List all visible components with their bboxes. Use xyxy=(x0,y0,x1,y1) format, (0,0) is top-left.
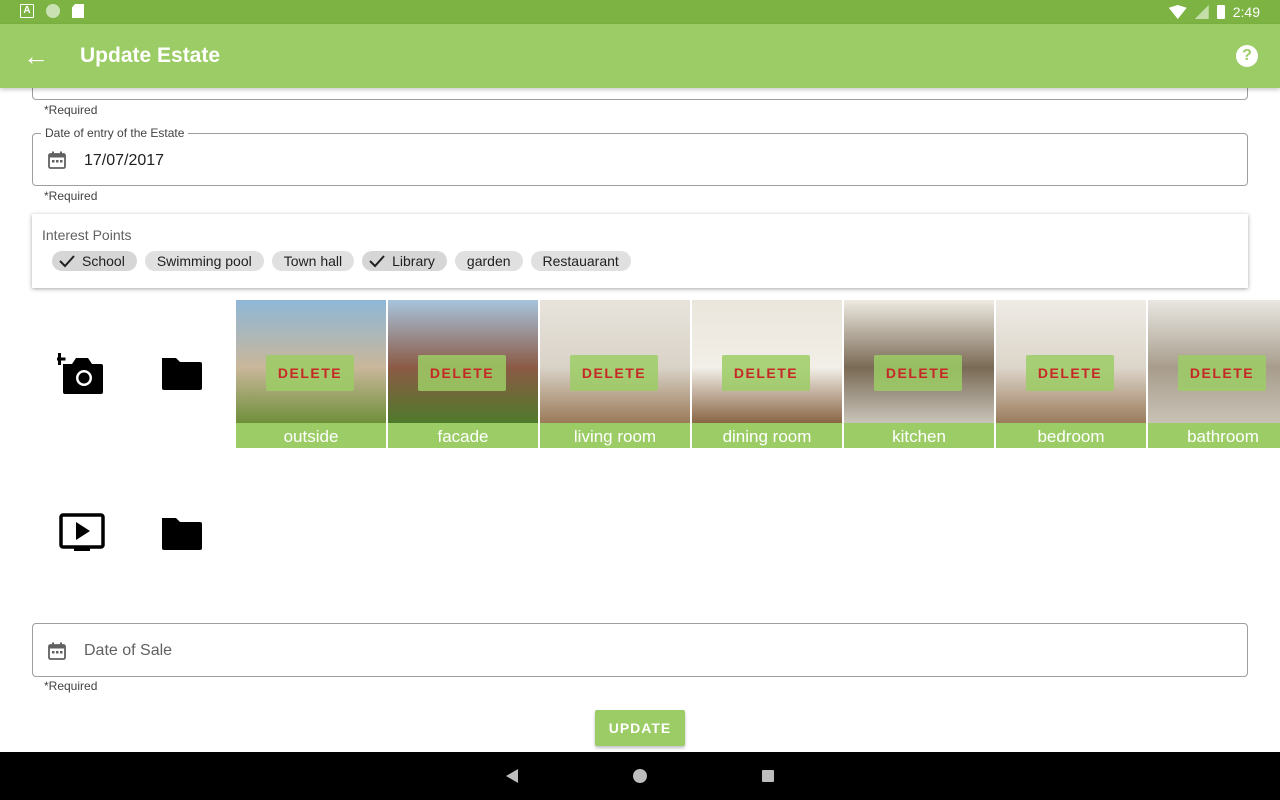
delete-photo-button[interactable]: DELETE xyxy=(1026,355,1114,391)
photo-caption: bathroom xyxy=(1148,423,1280,448)
photo-caption: dining room xyxy=(692,423,842,448)
calendar-icon[interactable] xyxy=(47,150,67,170)
delete-photo-button[interactable]: DELETE xyxy=(874,355,962,391)
photo-tile[interactable]: DELETE kitchen xyxy=(844,300,994,448)
status-icons-right: 2:49 xyxy=(1168,0,1260,24)
circle-notification-icon xyxy=(46,4,60,18)
chip-restaurant[interactable]: Restauarant xyxy=(530,251,631,271)
required-hint: *Required xyxy=(44,189,98,203)
required-hint: *Required xyxy=(44,679,98,693)
chip-label: Swimming pool xyxy=(156,253,252,269)
delete-photo-button[interactable]: DELETE xyxy=(570,355,658,391)
status-time: 2:49 xyxy=(1232,4,1260,20)
photo-caption: facade xyxy=(388,423,538,448)
system-nav-bar xyxy=(0,752,1280,800)
video-play-icon[interactable] xyxy=(58,510,106,558)
chip-label: School xyxy=(82,253,125,269)
nav-home-icon[interactable] xyxy=(633,769,647,783)
chip-library[interactable]: Library xyxy=(362,251,447,271)
photo-caption: kitchen xyxy=(844,423,994,448)
page-title: Update Estate xyxy=(80,44,221,67)
add-photo-camera-icon[interactable] xyxy=(53,350,105,398)
photo-gallery: DELETE outside DELETE facade DELETE living ro… xyxy=(236,300,1280,448)
photo-caption: living room xyxy=(540,423,690,448)
entry-date-label: Date of entry of the Estate xyxy=(41,126,189,140)
chip-label: Restauarant xyxy=(542,253,619,269)
check-icon xyxy=(369,255,385,268)
delete-photo-button[interactable]: DELETE xyxy=(1178,355,1266,391)
photo-tile[interactable]: DELETE bathroom xyxy=(1148,300,1280,448)
photo-tile[interactable]: DELETE living room xyxy=(540,300,690,448)
chip-garden[interactable]: garden xyxy=(454,251,523,271)
photo-tile[interactable]: DELETE outside xyxy=(236,300,386,448)
arrow-back-icon[interactable]: ← xyxy=(20,40,52,72)
interest-chip-group: School Swimming pool Town hall Library g… xyxy=(52,251,631,271)
delete-photo-button[interactable]: DELETE xyxy=(418,355,506,391)
status-bar: A 2:49 xyxy=(0,0,1280,24)
entry-date-field[interactable]: Date of entry of the Estate 17/07/2017 xyxy=(32,126,1248,186)
calendar-icon[interactable] xyxy=(47,641,67,661)
photo-tile[interactable]: DELETE bedroom xyxy=(996,300,1146,448)
entry-date-value: 17/07/2017 xyxy=(84,152,165,169)
update-button[interactable]: UPDATE xyxy=(595,710,685,746)
photo-folder-icon[interactable] xyxy=(158,350,206,398)
chip-swimming-pool[interactable]: Swimming pool xyxy=(144,251,264,271)
photo-tile[interactable]: DELETE dining room xyxy=(692,300,842,448)
photo-caption: bedroom xyxy=(996,423,1146,448)
sale-date-field[interactable]: Date of Sale xyxy=(32,623,1248,677)
interest-points-card: Interest Points School Swimming pool Tow… xyxy=(32,214,1248,288)
chip-school[interactable]: School xyxy=(52,251,137,271)
check-icon xyxy=(59,255,75,268)
photo-caption: outside xyxy=(236,423,386,448)
video-folder-icon[interactable] xyxy=(158,510,206,558)
delete-photo-button[interactable]: DELETE xyxy=(266,355,354,391)
wifi-icon xyxy=(1168,5,1187,19)
nav-back-icon[interactable] xyxy=(506,769,518,783)
battery-icon xyxy=(1216,5,1225,19)
delete-photo-button[interactable]: DELETE xyxy=(722,355,810,391)
signal-icon xyxy=(1194,5,1209,19)
app-bar: ← Update Estate ? xyxy=(0,24,1280,88)
sd-card-icon xyxy=(72,4,84,18)
chip-label: Town hall xyxy=(283,253,343,269)
nav-recents-icon[interactable] xyxy=(762,770,774,782)
chip-town-hall[interactable]: Town hall xyxy=(271,251,355,271)
status-icons-left: A xyxy=(20,4,84,18)
sale-date-placeholder: Date of Sale xyxy=(84,642,173,659)
interest-points-label: Interest Points xyxy=(42,227,132,243)
photo-tile[interactable]: DELETE facade xyxy=(388,300,538,448)
a-notification-icon: A xyxy=(20,4,34,18)
chip-label: Library xyxy=(392,253,435,269)
required-hint: *Required xyxy=(44,103,98,117)
help-icon[interactable]: ? xyxy=(1236,45,1258,67)
chip-label: garden xyxy=(466,253,511,269)
